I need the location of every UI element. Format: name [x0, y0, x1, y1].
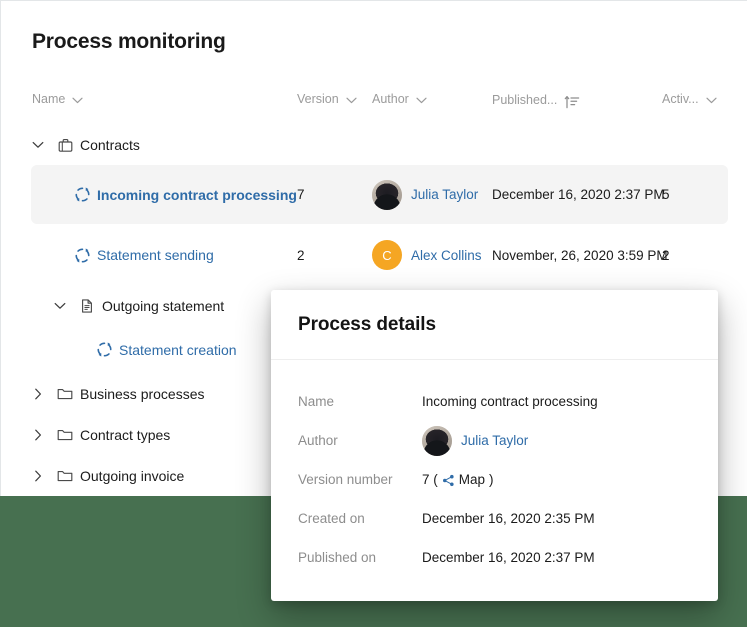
column-header-version-label: Version	[297, 92, 339, 106]
avatar	[372, 179, 402, 210]
details-label-author: Author	[298, 433, 338, 448]
column-header-version[interactable]: Version	[297, 92, 357, 106]
avatar: C	[372, 240, 402, 270]
details-row-name: Name Incoming contract processing	[271, 382, 718, 421]
tree-label-statement-sending[interactable]: Statement sending	[97, 247, 214, 263]
column-header-activity-label: Activ...	[662, 92, 699, 106]
column-header-published[interactable]: Published...	[492, 92, 580, 110]
process-details-header: Process details	[271, 290, 718, 360]
author-name[interactable]: Alex Collins	[411, 248, 482, 263]
chevron-down-icon	[346, 97, 357, 104]
process-loop-icon	[73, 186, 91, 204]
details-row-author: Author Julia Taylor	[271, 421, 718, 460]
folder-icon	[56, 385, 74, 403]
cell-author-incoming[interactable]: Julia Taylor	[372, 179, 478, 210]
details-value-published-on: December 16, 2020 2:37 PM	[422, 550, 595, 565]
cell-published-incoming: December 16, 2020 2:37 PM	[492, 187, 665, 202]
tree-label-business-processes: Business processes	[80, 385, 205, 402]
process-loop-icon	[95, 341, 113, 359]
details-label-published-on: Published on	[298, 550, 377, 565]
chevron-down-icon	[72, 97, 83, 104]
details-label-created-on: Created on	[298, 511, 365, 526]
sort-ascending-icon[interactable]	[564, 94, 580, 110]
version-number-suffix: )	[489, 472, 494, 487]
map-link-label[interactable]: Map	[459, 472, 485, 487]
details-label-name: Name	[298, 394, 335, 409]
twisty-contract-types[interactable]	[31, 428, 45, 442]
author-name[interactable]: Julia Taylor	[411, 187, 478, 202]
tree-row-incoming-contract-processing[interactable]: Incoming contract processing 7 Julia Tay…	[1, 165, 747, 225]
process-details-title: Process details	[298, 313, 436, 335]
column-header-published-label: Published...	[492, 93, 558, 107]
share-network-icon[interactable]	[442, 474, 455, 487]
column-header-author-label: Author	[372, 92, 409, 106]
details-value-version-number: 7 ( Map )	[422, 472, 494, 487]
cell-version-statement-sending: 2	[297, 247, 305, 263]
author-name[interactable]: Julia Taylor	[461, 433, 528, 448]
column-header-activity[interactable]: Activ...	[662, 92, 717, 106]
avatar	[422, 425, 452, 456]
details-value-created-on: December 16, 2020 2:35 PM	[422, 511, 595, 526]
tree-label-statement-creation[interactable]: Statement creation	[119, 342, 237, 358]
twisty-outgoing-statement[interactable]	[53, 299, 67, 313]
chevron-down-icon	[416, 97, 427, 104]
chevron-down-icon	[705, 97, 717, 104]
details-label-version-number: Version number	[298, 472, 393, 487]
cell-author-statement-sending[interactable]: C Alex Collins	[372, 240, 482, 270]
cell-version-incoming: 7	[297, 187, 305, 202]
tree-label-outgoing-invoice: Outgoing invoice	[80, 467, 185, 484]
cell-activity-statement-sending: 2	[662, 247, 670, 263]
details-row-created-on: Created on December 16, 2020 2:35 PM	[271, 499, 718, 538]
document-icon	[78, 297, 96, 315]
cell-published-statement-sending: November, 26, 2020 3:59 PM	[492, 247, 668, 263]
process-details-panel: Process details Name Incoming contract p…	[271, 290, 718, 601]
process-details-body: Name Incoming contract processing Author…	[271, 360, 718, 577]
cell-activity-incoming: 5	[662, 187, 670, 202]
column-header-name[interactable]: Name	[32, 92, 83, 106]
column-header-name-label: Name	[32, 92, 66, 106]
details-row-published-on: Published on December 16, 2020 2:37 PM	[271, 538, 718, 577]
table-header: Name Version Author Published... Activ..…	[1, 89, 747, 113]
version-number-value: 7 (	[422, 472, 438, 487]
tree-row-contracts[interactable]: Contracts	[1, 125, 747, 165]
tree-label-contracts: Contracts	[80, 137, 140, 153]
folder-icon	[56, 467, 74, 485]
tree-label-contract-types: Contract types	[80, 426, 171, 443]
tree-row-statement-sending[interactable]: Statement sending 2 C Alex Collins Novem…	[1, 225, 747, 285]
page-title: Process monitoring	[32, 30, 226, 53]
folder-icon	[56, 426, 74, 444]
briefcase-icon	[56, 136, 74, 154]
details-value-author[interactable]: Julia Taylor	[422, 425, 528, 456]
twisty-outgoing-invoice[interactable]	[31, 469, 45, 483]
process-loop-icon	[73, 246, 91, 264]
tree-label-outgoing-statement: Outgoing statement	[102, 297, 225, 314]
column-header-author[interactable]: Author	[372, 92, 427, 106]
twisty-contracts[interactable]	[31, 138, 45, 152]
details-value-name: Incoming contract processing	[422, 394, 598, 409]
twisty-business-processes[interactable]	[31, 387, 45, 401]
tree-label-incoming-contract-processing[interactable]: Incoming contract processing	[97, 187, 297, 203]
details-row-version-number: Version number 7 ( Map )	[271, 460, 718, 499]
